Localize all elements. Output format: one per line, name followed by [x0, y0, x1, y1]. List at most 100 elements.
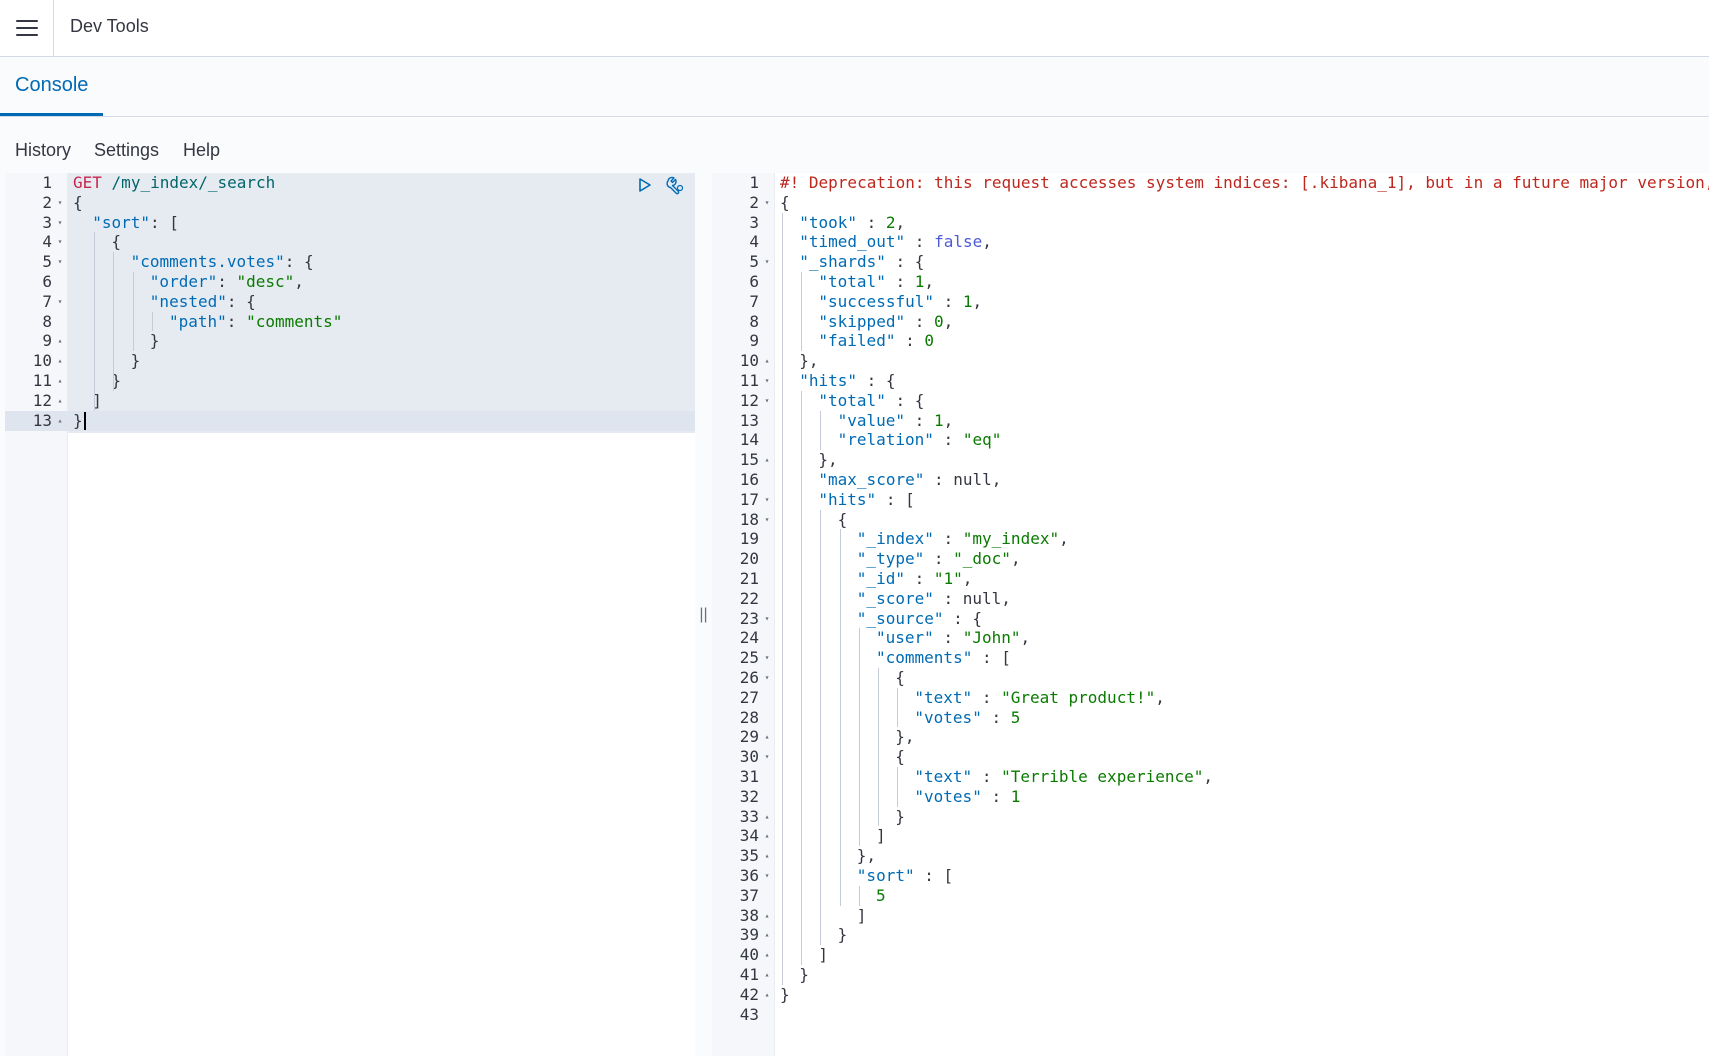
- fold-open-icon[interactable]: ▾: [762, 252, 772, 272]
- fold-close-icon[interactable]: ▴: [55, 391, 65, 411]
- fold-open-icon[interactable]: ▾: [762, 371, 772, 391]
- code-line: 20 "_type" : "_doc",: [712, 549, 1709, 569]
- request-options-button[interactable]: [665, 175, 685, 195]
- json-punct: },: [818, 450, 838, 470]
- send-request-button[interactable]: [635, 175, 655, 195]
- json-punct: :: [904, 569, 934, 588]
- indent-guide: [801, 272, 803, 352]
- json-key: "total": [818, 272, 886, 291]
- fold-close-icon[interactable]: ▴: [762, 727, 772, 747]
- code-text: "_index" : "my_index",: [857, 529, 1069, 549]
- code-text: "took" : 2,: [799, 213, 905, 233]
- menu-button[interactable]: [0, 0, 54, 56]
- code-line: 39 ▴}: [712, 925, 1709, 945]
- json-punct: ,: [924, 272, 935, 291]
- fold-close-icon[interactable]: ▴: [762, 846, 772, 866]
- json-key: "value": [837, 410, 906, 430]
- json-key: "total": [818, 390, 886, 410]
- fold-open-icon[interactable]: ▾: [55, 292, 65, 312]
- code-line: 36 ▾ "sort" : [: [712, 866, 1709, 886]
- json-punct: : {: [856, 371, 896, 390]
- json-punct: :: [905, 232, 935, 252]
- fold-close-icon[interactable]: ▴: [762, 945, 772, 965]
- code-text: "_source" : {: [857, 609, 982, 629]
- fold-close-icon[interactable]: ▴: [762, 985, 772, 1005]
- json-punct: :: [226, 311, 247, 331]
- json-number: 0: [934, 311, 944, 331]
- fold-close-icon[interactable]: ▴: [762, 925, 772, 945]
- code-line: 16 "max_score" : null,: [712, 470, 1709, 490]
- fold-close-icon[interactable]: ▴: [55, 351, 65, 371]
- code-line: 41 ▴}: [712, 965, 1709, 985]
- code-line: 33 ▴}: [712, 807, 1709, 827]
- fold-open-icon[interactable]: ▾: [762, 747, 772, 767]
- fold-close-icon[interactable]: ▴: [762, 351, 772, 371]
- fold-open-icon[interactable]: ▾: [762, 391, 772, 411]
- code-text: {: [895, 747, 905, 767]
- fold-close-icon[interactable]: ▴: [762, 965, 772, 985]
- fold-open-icon[interactable]: ▾: [762, 510, 772, 530]
- json-punct: : null,: [933, 588, 1011, 608]
- json-key: "_id": [856, 569, 905, 588]
- fold-close-icon[interactable]: ▴: [762, 906, 772, 926]
- code-line: 7 "successful" : 1,: [712, 292, 1709, 312]
- json-key: "_index": [856, 529, 934, 549]
- request-method: GET: [73, 173, 102, 192]
- fold-close-icon[interactable]: ▴: [55, 331, 65, 351]
- fold-open-icon[interactable]: ▾: [55, 193, 65, 213]
- code-line: 12 ▴]: [5, 391, 695, 411]
- json-key: "text": [914, 767, 973, 786]
- code-line: 6 "total" : 1,: [712, 272, 1709, 292]
- console-menu: History Settings Help: [0, 118, 1709, 173]
- json-punct: ]: [818, 945, 829, 965]
- fold-open-icon[interactable]: ▾: [762, 490, 772, 510]
- line-number: 27: [739, 687, 759, 707]
- settings-link[interactable]: Settings: [94, 140, 159, 161]
- json-punct: :: [905, 410, 934, 430]
- json-key: "votes": [914, 786, 982, 806]
- request-editor[interactable]: 1 GET /my_index/_search 2 ▾{3 ▾ "sort": [4 ▾{5…: [5, 173, 695, 1056]
- code-text: "votes" : 1: [914, 787, 1020, 807]
- fold-open-icon[interactable]: ▾: [762, 609, 772, 629]
- fold-close-icon[interactable]: ▴: [55, 371, 65, 391]
- json-punct: }: [780, 984, 790, 1004]
- json-string: "1": [933, 569, 963, 588]
- json-punct: :: [895, 331, 925, 351]
- history-link[interactable]: History: [15, 140, 71, 161]
- json-punct: ,: [1059, 529, 1069, 549]
- tab-console[interactable]: Console: [0, 57, 104, 116]
- code-text: "text" : "Terrible experience",: [914, 767, 1213, 787]
- code-line: 31 "text" : "Terrible experience",: [712, 767, 1709, 787]
- request-actions: [635, 175, 685, 195]
- code-line: 11 ▾ "hits" : {: [712, 371, 1709, 391]
- fold-open-icon[interactable]: ▾: [55, 232, 65, 252]
- fold-open-icon[interactable]: ▾: [762, 648, 772, 668]
- fold-open-icon[interactable]: ▾: [762, 193, 772, 213]
- page-title: Dev Tools: [70, 16, 149, 36]
- code-line: 10 ▴}: [5, 351, 695, 371]
- indent-guide: [151, 311, 153, 332]
- fold-close-icon[interactable]: ▴: [762, 826, 772, 846]
- fold-open-icon[interactable]: ▾: [762, 866, 772, 886]
- line-number: 20: [739, 549, 759, 569]
- json-key: "text": [914, 687, 973, 707]
- json-brace: {: [111, 232, 122, 252]
- code-line: 37 5: [712, 886, 1709, 906]
- line-number: 6: [42, 272, 52, 291]
- code-line: 34 ▴]: [712, 826, 1709, 846]
- fold-close-icon[interactable]: ▴: [55, 411, 65, 431]
- json-number: 1: [914, 272, 925, 291]
- code-line: 13 ▴}: [5, 410, 695, 431]
- fold-open-icon[interactable]: ▾: [762, 668, 772, 688]
- code-text: ]: [876, 826, 886, 846]
- json-number: 5: [876, 885, 886, 905]
- fold-open-icon[interactable]: ▾: [55, 252, 65, 272]
- text-cursor: [83, 412, 86, 431]
- fold-close-icon[interactable]: ▴: [762, 450, 772, 470]
- code-line: 8 "path": "comments": [5, 312, 695, 332]
- json-punct: },: [895, 727, 915, 747]
- fold-close-icon[interactable]: ▴: [762, 807, 772, 827]
- fold-open-icon[interactable]: ▾: [55, 213, 65, 233]
- pane-resizer[interactable]: ||: [695, 173, 712, 1056]
- help-link[interactable]: Help: [183, 140, 220, 161]
